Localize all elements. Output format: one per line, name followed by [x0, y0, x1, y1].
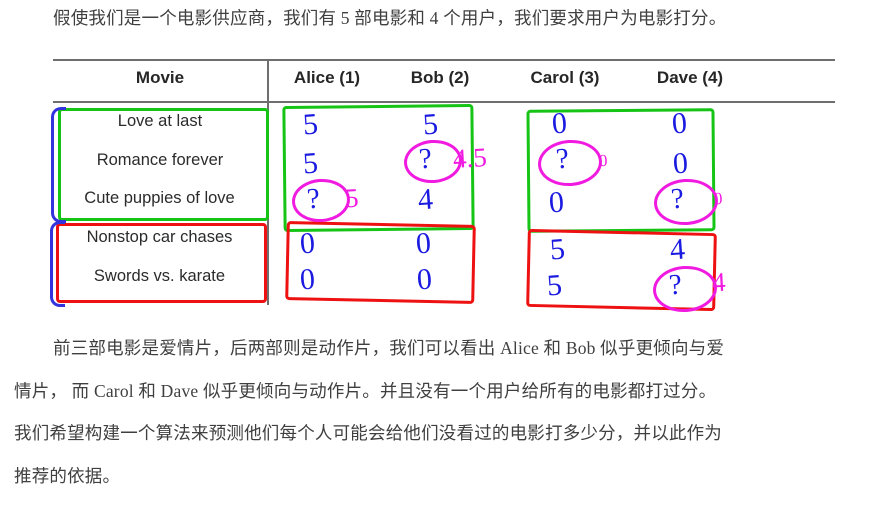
table-header-rule	[53, 101, 835, 103]
rating-cell-alice-3: 0	[298, 226, 317, 261]
rating-cell-bob-3: 0	[414, 226, 433, 261]
rating-cell-carol-4: 5	[545, 268, 564, 303]
column-header-alice: Alice (1)	[293, 68, 361, 87]
romance-bracket	[51, 107, 66, 223]
prediction-value-dave-4: 4	[711, 266, 727, 298]
column-header-carol: Carol (3)	[530, 68, 600, 87]
rating-cell-dave-1: 0	[671, 146, 690, 181]
rating-cell-dave-0: 0	[670, 106, 689, 141]
rating-cell-carol-2: 0	[547, 185, 566, 220]
table-top-rule	[53, 59, 835, 61]
romance-group-box-titles	[58, 108, 269, 221]
column-header-bob: Bob (2)	[410, 68, 470, 87]
intro-paragraph: 假使我们是一个电影供应商，我们有 5 部电影和 4 个用户，我们要求用户为电影打…	[53, 8, 727, 28]
rating-cell-carol-3: 5	[548, 232, 567, 267]
rating-cell-dave-3: 4	[668, 232, 687, 267]
body-paragraph-line-3: 我们希望构建一个算法来预测他们每个人可能会给他们没看过的电影打多少分，并以此作为	[14, 423, 722, 443]
body-paragraph-line-1: 前三部电影是爱情片，后两部则是动作片，我们可以看出 Alice 和 Bob 似乎…	[53, 338, 725, 358]
rating-cell-alice-4: 0	[298, 262, 317, 297]
ratings-table: Movie Alice (1) Bob (2) Carol (3) Dave (…	[0, 55, 876, 315]
action-group-box-titles	[56, 223, 267, 303]
prediction-value-bob-1: 4.5	[452, 142, 488, 174]
prediction-value-dave-2: 0	[713, 188, 723, 209]
prediction-value-carol-1: 0	[598, 150, 608, 171]
rating-cell-alice-1: 5	[301, 146, 320, 181]
body-paragraph-line-4: 推荐的依据。	[14, 466, 121, 486]
prediction-value-alice-2: 5	[344, 182, 360, 214]
rating-cell-bob-0: 5	[421, 107, 440, 142]
rating-cell-carol-0: 0	[550, 106, 569, 141]
column-header-movie: Movie	[135, 68, 185, 87]
action-bracket	[50, 221, 65, 307]
rating-cell-bob-2: 4	[416, 182, 435, 217]
rating-cell-bob-4: 0	[415, 262, 434, 297]
rating-cell-alice-0: 5	[301, 107, 320, 142]
body-paragraph-line-2: 情片， 而 Carol 和 Dave 似乎更倾向与动作片。并且没有一个用户给所有…	[14, 381, 717, 401]
column-header-dave: Dave (4)	[656, 68, 724, 87]
